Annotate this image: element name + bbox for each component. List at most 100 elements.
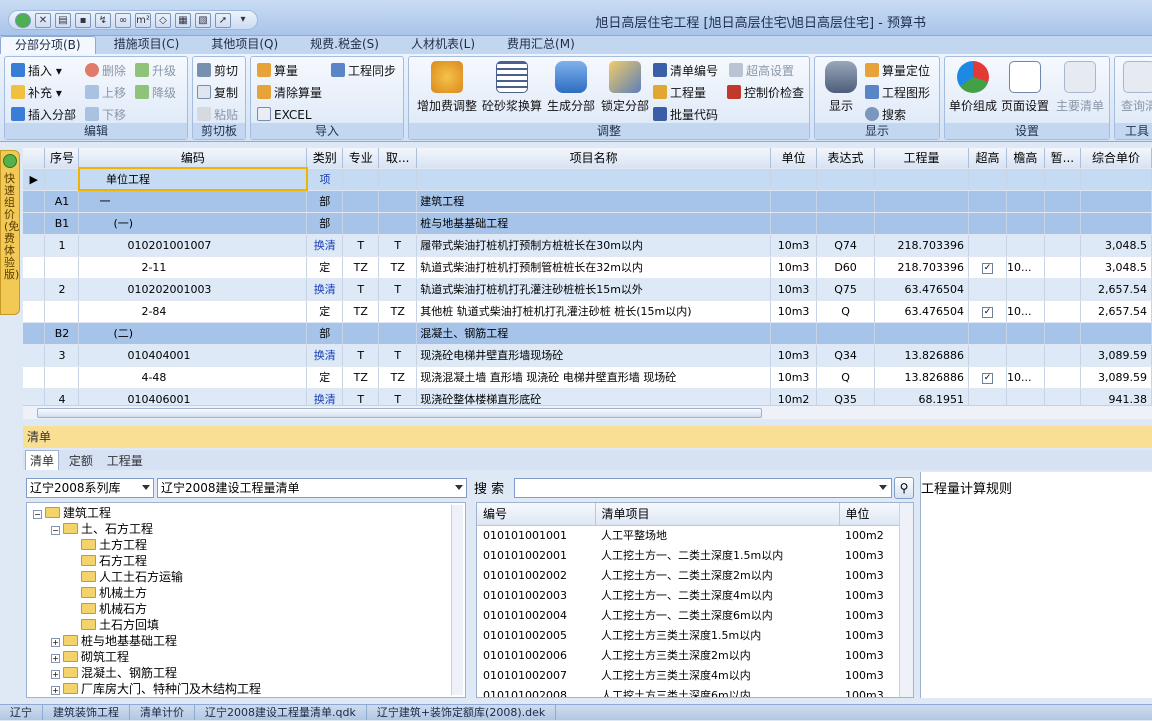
cell-fee[interactable]: TZ bbox=[378, 256, 418, 279]
list-cell-code[interactable]: 010101002004 bbox=[477, 605, 595, 625]
col-seq[interactable]: 序号 bbox=[44, 148, 80, 169]
excel-button[interactable]: EXCEL bbox=[257, 105, 312, 125]
cell-price[interactable]: 941.38 bbox=[1080, 388, 1152, 405]
cell-expr[interactable] bbox=[816, 212, 876, 235]
cell-expr[interactable]: Q bbox=[816, 300, 876, 323]
expand-icon[interactable]: + bbox=[51, 686, 60, 695]
cell-expr[interactable]: Q bbox=[816, 366, 876, 389]
cell-type[interactable]: 项 bbox=[306, 168, 344, 191]
up-level-button[interactable]: 升级 bbox=[135, 61, 176, 81]
grid-row[interactable]: 2 010202001003 换清 T T 轨道式柴油打桩机打孔灌注砂桩桩长15m以外 10… bbox=[23, 278, 1152, 301]
cell-type[interactable]: 定 bbox=[306, 256, 344, 279]
move-down-button[interactable]: 下移 bbox=[85, 105, 126, 125]
cell-code[interactable]: 2-11 bbox=[78, 256, 308, 279]
cell-temp[interactable] bbox=[1044, 344, 1081, 367]
grid-row[interactable]: ▶ 单位工程项 bbox=[23, 167, 1152, 191]
list-code-button[interactable]: 清单编号 bbox=[653, 61, 718, 81]
mortar-convert-button[interactable]: 砼砂浆换算 bbox=[481, 61, 543, 114]
cell-unit[interactable]: 10m3 bbox=[770, 256, 818, 279]
cell-temp[interactable] bbox=[1044, 322, 1081, 345]
list-cell-item[interactable]: 人工挖土方三类土深度6m以内 bbox=[595, 685, 839, 697]
cell-temp[interactable] bbox=[1044, 190, 1081, 213]
list-cell-code[interactable]: 010101002006 bbox=[477, 645, 595, 665]
calc-button[interactable]: 算量 bbox=[257, 61, 298, 81]
col-major[interactable]: 专业 bbox=[342, 148, 380, 169]
cell-qty[interactable]: 63.476504 bbox=[874, 300, 969, 323]
list-col-unit[interactable]: 单位 bbox=[839, 503, 902, 526]
cell-eave[interactable] bbox=[1006, 278, 1045, 301]
cell-type[interactable]: 部 bbox=[306, 190, 344, 213]
report-icon[interactable]: ▦ bbox=[175, 12, 191, 28]
cell-super[interactable] bbox=[968, 234, 1007, 257]
down-level-button[interactable]: 降级 bbox=[135, 83, 176, 103]
cell-super[interactable]: ✓ bbox=[968, 366, 1007, 389]
quick-pricing-side-tab[interactable]: 快速组价(免费体验版) bbox=[0, 150, 20, 315]
collapse-icon[interactable]: − bbox=[51, 526, 60, 535]
cell-fee[interactable]: TZ bbox=[378, 366, 418, 389]
cell-eave[interactable] bbox=[1006, 234, 1045, 257]
col-price[interactable]: 综合单价 bbox=[1080, 148, 1152, 169]
cell-code[interactable]: 单位工程 bbox=[77, 167, 308, 191]
cell-super[interactable]: ✓ bbox=[968, 300, 1007, 323]
cell-seq[interactable] bbox=[44, 300, 80, 323]
batch-code-button[interactable]: 批量代码 bbox=[653, 105, 718, 125]
cell-unit[interactable]: 10m3 bbox=[770, 300, 818, 323]
col-super[interactable]: 超高 bbox=[968, 148, 1007, 169]
tab-division-items[interactable]: 分部分项(B) bbox=[0, 36, 96, 54]
list-cell-code[interactable]: 010101002002 bbox=[477, 565, 595, 585]
cell-price[interactable]: 2,657.54 bbox=[1080, 278, 1152, 301]
cell-temp[interactable] bbox=[1044, 388, 1081, 405]
cell-type[interactable]: 定 bbox=[306, 300, 344, 323]
sync-button[interactable]: 工程同步 bbox=[331, 61, 396, 81]
cell-temp[interactable] bbox=[1044, 212, 1081, 235]
list-col-item[interactable]: 清单项目 bbox=[595, 503, 840, 526]
cell-name[interactable]: 轨道式柴油打桩机打孔灌注砂桩桩长15m以外 bbox=[416, 278, 772, 301]
grid-row[interactable]: 4 010406001 换清 T T 现浇砼整体楼梯直形底砼 10m2 Q35 68.1951 9… bbox=[23, 388, 1152, 405]
cell-fee[interactable]: TZ bbox=[378, 300, 418, 323]
panel-splitter[interactable] bbox=[0, 419, 1152, 425]
list-cell-unit[interactable]: 100m3 bbox=[839, 585, 901, 605]
export-icon[interactable]: ➚ bbox=[215, 12, 231, 28]
expand-icon[interactable]: + bbox=[51, 654, 60, 663]
cell-qty[interactable]: 13.826886 bbox=[874, 344, 969, 367]
cell-seq[interactable] bbox=[44, 366, 80, 389]
cell-unit[interactable]: 10m3 bbox=[770, 344, 818, 367]
list-cell-unit[interactable]: 100m3 bbox=[839, 625, 901, 645]
row-indicator[interactable] bbox=[23, 278, 46, 301]
cell-price[interactable] bbox=[1080, 212, 1152, 235]
work-quantity-button[interactable]: 工程量 bbox=[653, 83, 706, 103]
cell-expr[interactable]: D60 bbox=[816, 256, 876, 279]
cell-super[interactable] bbox=[968, 322, 1007, 345]
search-button[interactable]: ⚲ bbox=[894, 477, 914, 499]
cell-unit[interactable] bbox=[770, 212, 818, 235]
cell-code[interactable]: 一 bbox=[78, 190, 308, 213]
cell-major[interactable] bbox=[342, 190, 380, 213]
cell-major[interactable]: T bbox=[342, 344, 380, 367]
tree-node[interactable]: 机械土方 bbox=[69, 585, 147, 601]
subtab-quantity[interactable]: 工程量 bbox=[103, 451, 147, 471]
tree-node[interactable]: + 桩与地基基础工程 bbox=[51, 633, 177, 649]
subtab-quota[interactable]: 定额 bbox=[65, 451, 97, 471]
cell-qty[interactable] bbox=[874, 168, 969, 191]
col-expr[interactable]: 表达式 bbox=[816, 148, 876, 169]
grid-row[interactable]: 3 010404001 换清 T T 现浇砼电梯井壁直形墙现场砼 10m3 Q34 13.826… bbox=[23, 344, 1152, 367]
list-cell-unit[interactable]: 100m3 bbox=[839, 605, 901, 625]
list-row[interactable]: 010101002006 人工挖土方三类土深度2m以内 100m3 bbox=[477, 645, 901, 665]
glasses-icon[interactable]: ∞ bbox=[115, 12, 131, 28]
cell-type[interactable]: 换清 bbox=[306, 344, 344, 367]
cell-price[interactable]: 3,089.59 bbox=[1080, 366, 1152, 389]
cell-code[interactable]: 4-48 bbox=[78, 366, 308, 389]
cell-eave[interactable] bbox=[1006, 168, 1045, 191]
grid-row[interactable]: 2-84 定 TZ TZ 其他桩 轨道式柴油打桩机打孔灌注砂桩 桩长(15m以内) 10m… bbox=[23, 300, 1152, 323]
tree-node[interactable]: − 建筑工程 bbox=[33, 505, 111, 521]
lock-part-button[interactable]: 锁定分部 bbox=[599, 61, 651, 114]
cell-unit[interactable] bbox=[770, 322, 818, 345]
row-indicator[interactable] bbox=[23, 212, 46, 235]
list-cell-item[interactable]: 人工挖土方一、二类土深度2m以内 bbox=[595, 565, 839, 585]
cell-qty[interactable]: 218.703396 bbox=[874, 234, 969, 257]
col-name[interactable]: 项目名称 bbox=[416, 148, 772, 169]
list-cell-item[interactable]: 人工挖土方三类土深度1.5m以内 bbox=[595, 625, 839, 645]
cell-type[interactable]: 部 bbox=[306, 212, 344, 235]
over-height-checkbox[interactable]: ✓ bbox=[981, 263, 993, 274]
cell-code[interactable]: (一) bbox=[78, 212, 308, 235]
